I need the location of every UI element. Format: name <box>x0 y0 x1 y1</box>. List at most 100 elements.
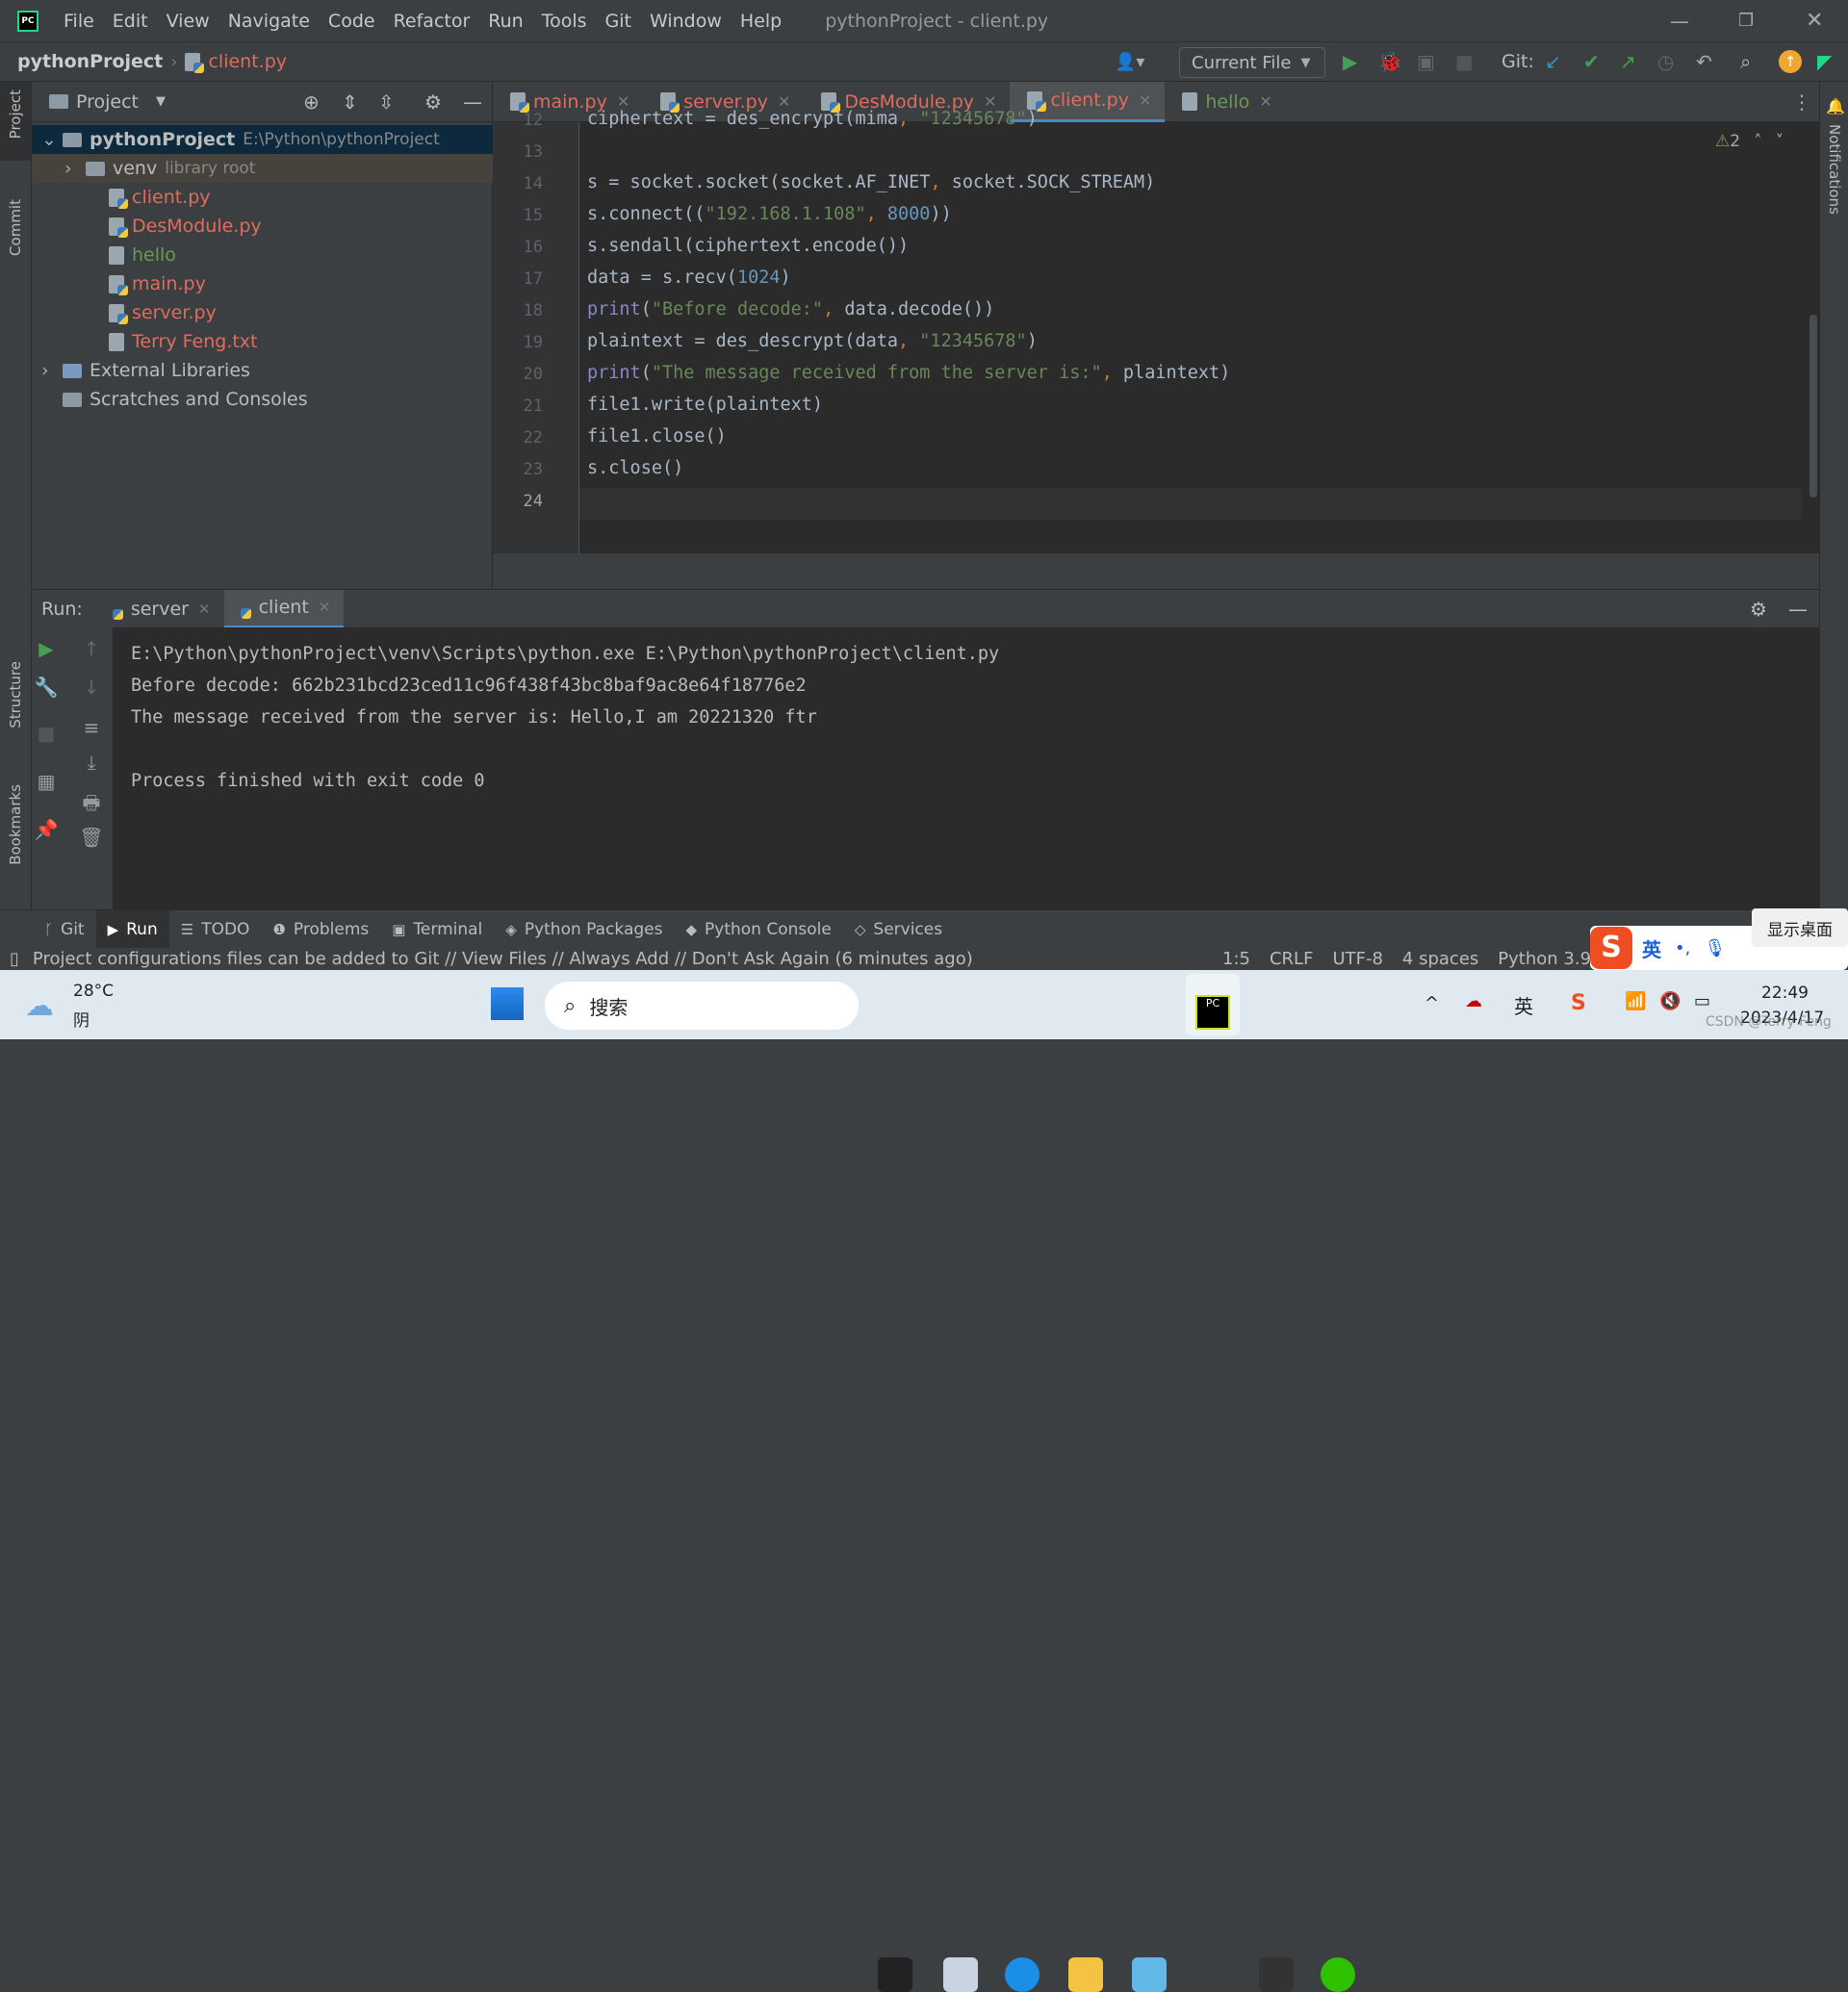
jetbrains-icon[interactable]: ◤ <box>1817 50 1832 73</box>
rerun-icon[interactable]: ▶ <box>32 637 61 660</box>
tree-item[interactable]: ⌄ pythonProject E:\Python\pythonProject <box>32 125 493 154</box>
project-panel-title[interactable]: Project <box>76 91 139 113</box>
wechat-icon[interactable] <box>1321 1957 1355 1992</box>
commit-tool-button[interactable]: Commit <box>7 199 24 256</box>
menu-tools[interactable]: Tools <box>542 11 587 32</box>
file-explorer-icon[interactable] <box>1068 1957 1103 1992</box>
battery-icon[interactable]: ▭ <box>1694 991 1710 1011</box>
punctuation-icon[interactable]: •, <box>1675 938 1690 958</box>
chevron-down-icon[interactable]: ⌄ <box>41 129 63 150</box>
layout-icon[interactable]: ▦ <box>32 770 61 793</box>
pycharm-taskbar-button[interactable]: PC <box>1186 974 1240 1035</box>
bell-icon[interactable]: 🔔 <box>1826 97 1845 115</box>
tree-item[interactable]: › venv library root <box>32 154 493 183</box>
restore-button[interactable]: ❐ <box>1738 11 1754 31</box>
run-tab-server[interactable]: server ✕ <box>96 590 224 628</box>
menu-run[interactable]: Run <box>488 11 523 32</box>
sogou-icon[interactable]: S <box>1590 927 1632 969</box>
scroll-to-end-icon[interactable]: ⤓ <box>77 751 106 774</box>
close-tab-icon[interactable]: ✕ <box>1259 92 1271 111</box>
project-tool-button[interactable]: Project <box>7 89 24 139</box>
volume-muted-icon[interactable]: 🔇 <box>1659 991 1681 1011</box>
file-encoding[interactable]: UTF-8 <box>1332 949 1382 969</box>
search-icon[interactable]: ⌕ <box>1740 50 1751 73</box>
run-icon[interactable]: ▶ <box>1343 50 1357 73</box>
tree-item[interactable]: Terry Feng.txt <box>32 327 493 356</box>
notifications-tool-button[interactable]: Notifications <box>1826 124 1843 215</box>
soft-wrap-icon[interactable]: ≡ <box>77 716 106 739</box>
pin-icon[interactable]: 📌 <box>32 818 61 841</box>
weather-icon[interactable]: ☁ <box>25 989 54 1023</box>
tool-window-python-packages[interactable]: ◈ Python Packages <box>494 910 674 949</box>
chevron-right-icon[interactable]: › <box>64 158 86 179</box>
debug-icon[interactable]: 🐞 <box>1378 50 1402 73</box>
next-icon[interactable]: ˅ <box>1776 132 1784 151</box>
menu-view[interactable]: View <box>167 11 210 32</box>
tool-window-git[interactable]: ᚴ Git <box>33 910 96 949</box>
git-commit-icon[interactable]: ✔ <box>1583 50 1600 73</box>
menu-refactor[interactable]: Refactor <box>394 11 471 32</box>
python-idle-icon[interactable] <box>943 1957 978 1992</box>
sogou-tray-icon[interactable]: S <box>1571 991 1586 1015</box>
chevron-right-icon[interactable]: › <box>41 360 63 381</box>
print-icon[interactable]: 🖶 <box>77 789 106 822</box>
menu-code[interactable]: Code <box>328 11 375 32</box>
bookmarks-tool-button[interactable]: Bookmarks <box>7 784 24 865</box>
menu-navigate[interactable]: Navigate <box>228 11 310 32</box>
trash-icon[interactable]: 🗑 <box>77 826 106 849</box>
git-push-icon[interactable]: ↗ <box>1620 50 1636 73</box>
indent-setting[interactable]: 4 spaces <box>1402 949 1478 969</box>
tree-item[interactable]: › External Libraries <box>32 356 493 385</box>
update-icon[interactable]: ↑ <box>1779 50 1802 73</box>
close-tab-icon[interactable]: ✕ <box>198 600 211 618</box>
minimize-button[interactable]: — <box>1670 10 1689 33</box>
menu-window[interactable]: Window <box>650 11 722 32</box>
expand-all-icon[interactable]: ⇕ <box>342 90 358 114</box>
down-icon[interactable]: ↓ <box>77 676 106 699</box>
gear-icon[interactable]: ⚙ <box>1750 598 1767 621</box>
tree-item[interactable]: DesModule.py <box>32 212 493 241</box>
run-config-select[interactable]: Current File ▼ <box>1179 47 1325 78</box>
gear-icon[interactable]: ⚙ <box>424 90 442 114</box>
up-icon[interactable]: ↑ <box>77 637 106 660</box>
rollback-icon[interactable]: ↶ <box>1696 50 1712 73</box>
more-icon[interactable]: ⋮ <box>1792 90 1811 114</box>
run-console[interactable]: E:\Python\pythonProject\venv\Scripts\pyt… <box>114 627 1819 909</box>
status-message[interactable]: Project configurations files can be adde… <box>33 949 973 969</box>
collapse-all-icon[interactable]: ⇳ <box>378 90 395 114</box>
input-language[interactable]: 英 <box>1514 991 1533 1019</box>
git-update-icon[interactable]: ↙ <box>1545 50 1561 73</box>
stop-icon[interactable]: ■ <box>32 722 61 745</box>
stop-icon[interactable]: ■ <box>1455 50 1474 73</box>
wifi-icon[interactable]: 📶 <box>1625 991 1646 1011</box>
structure-tool-button[interactable]: Structure <box>7 661 24 728</box>
chevron-down-icon[interactable]: ▼ <box>156 94 166 109</box>
clock-time[interactable]: 22:49 <box>1761 983 1809 1003</box>
close-tab-icon[interactable]: ✕ <box>1139 91 1151 110</box>
wrench-icon[interactable]: 🔧 <box>32 676 61 699</box>
tab-hello[interactable]: hello ✕ <box>1165 82 1285 122</box>
history-icon[interactable]: ◷ <box>1657 50 1674 73</box>
locate-icon[interactable]: ⊕ <box>303 90 320 114</box>
hide-icon[interactable]: — <box>1788 598 1808 621</box>
tree-item[interactable]: Scratches and Consoles <box>32 385 493 414</box>
tool-window-todo[interactable]: ☰ TODO <box>169 910 262 949</box>
notepad-icon[interactable] <box>1132 1957 1167 1992</box>
menu-file[interactable]: File <box>64 11 94 32</box>
edge-icon[interactable] <box>1005 1957 1040 1992</box>
task-view-icon[interactable] <box>878 1957 912 1992</box>
menu-help[interactable]: Help <box>740 11 782 32</box>
tree-item[interactable]: server.py <box>32 298 493 327</box>
caret-position[interactable]: 1:5 <box>1222 949 1250 969</box>
tool-window-terminal[interactable]: ▣ Terminal <box>380 910 494 949</box>
terminal-icon[interactable] <box>1259 1957 1294 1992</box>
run-tab-client[interactable]: client ✕ <box>223 589 345 628</box>
coverage-icon[interactable]: ▣ <box>1417 50 1435 73</box>
menu-git[interactable]: Git <box>605 11 631 32</box>
search-box[interactable]: ⌕ 搜索 <box>545 982 859 1030</box>
microphone-icon[interactable]: 🎙 <box>1704 938 1726 958</box>
menu-edit[interactable]: Edit <box>113 11 148 32</box>
hide-icon[interactable]: — <box>463 90 482 114</box>
tool-window-python-console[interactable]: ◆ Python Console <box>674 910 842 949</box>
code-editor[interactable]: 12 13 14 15 16 17 18 19 20 21 22 23 24 ⚠ 2 ˄ ˅ ciphert… <box>493 109 1819 553</box>
